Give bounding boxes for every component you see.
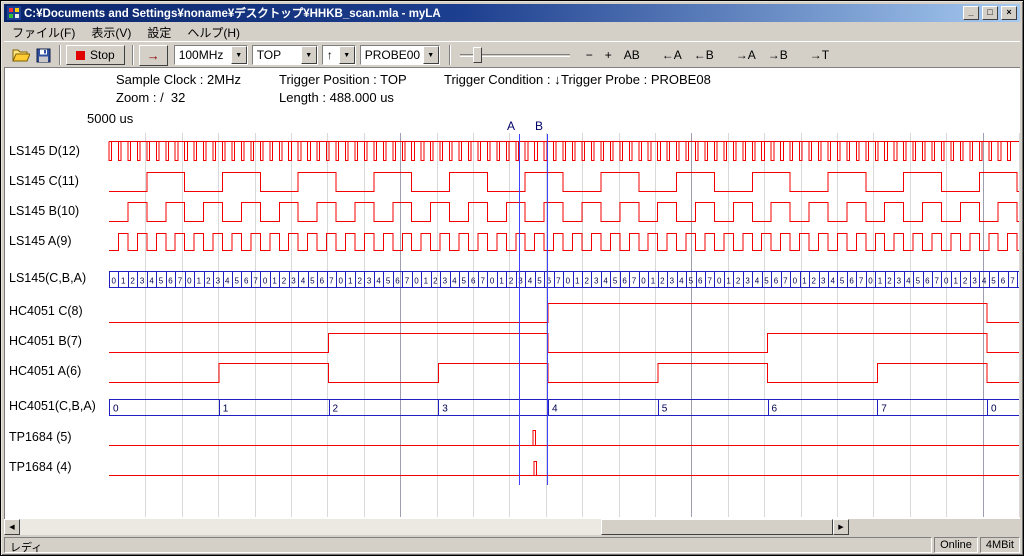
chevron-down-icon[interactable]: ▼: [339, 46, 355, 64]
scroll-left-button[interactable]: ◀: [4, 519, 20, 535]
toolbar-separator: [59, 45, 61, 65]
app-icon: [7, 6, 21, 20]
window-title: C:¥Documents and Settings¥noname¥デスクトップ¥…: [24, 5, 960, 21]
sample-clock-select[interactable]: 100MHz ▼: [174, 45, 248, 65]
scroll-right-button[interactable]: ▶: [833, 519, 849, 535]
status-memory: 4MBit: [980, 537, 1020, 553]
stop-icon: [76, 51, 85, 60]
channel-label-7: HC4051 A(6): [9, 364, 81, 378]
trigger-probe-info: Trigger Probe : PROBE08: [561, 72, 711, 87]
goto-a-right-button[interactable]: →A: [730, 45, 762, 65]
trigger-condition-info: Trigger Condition : ↓: [444, 72, 561, 87]
menu-file[interactable]: ファイル(F): [4, 22, 83, 43]
stop-label: Stop: [90, 48, 115, 62]
channel-label-10: TP1684 (4): [9, 460, 72, 474]
trigger-position-value: TOP: [253, 48, 301, 62]
sample-clock-value: 100MHz: [175, 48, 231, 62]
toolbar: Stop → 100MHz ▼ TOP ▼ ↑ ▼ PROBE00 ▼ − + …: [4, 41, 1020, 68]
time-scale-label: 5000 us: [87, 111, 133, 126]
zoom-slider[interactable]: [460, 45, 570, 65]
title-bar: C:¥Documents and Settings¥noname¥デスクトップ¥…: [4, 4, 1020, 22]
channel-label-6: HC4051 B(7): [9, 334, 82, 348]
status-online: Online: [934, 537, 978, 553]
channel-label-4: LS145(C,B,A): [9, 271, 86, 285]
menu-settings[interactable]: 設定: [139, 22, 179, 43]
ab-button[interactable]: AB: [618, 45, 646, 65]
channel-label-5: HC4051 C(8): [9, 304, 83, 318]
stop-button[interactable]: Stop: [66, 45, 125, 65]
maximize-button[interactable]: □: [982, 6, 998, 20]
scrollbar-track[interactable]: [20, 519, 833, 535]
zoom-in-button[interactable]: +: [599, 45, 618, 65]
channel-label-0: LS145 D(12): [9, 144, 80, 158]
trigger-position-select[interactable]: TOP ▼: [252, 45, 318, 65]
goto-b-right-button[interactable]: →B: [762, 45, 794, 65]
chevron-down-icon[interactable]: ▼: [301, 46, 317, 64]
scrollbar-thumb[interactable]: [601, 519, 833, 535]
floppy-disk-icon: [36, 48, 51, 63]
slider-thumb[interactable]: [473, 47, 482, 63]
zoom-info: Zoom : / 32: [116, 90, 185, 105]
channel-label-1: LS145 C(11): [9, 174, 79, 188]
toolbar-separator: [449, 45, 451, 65]
trigger-position-info: Trigger Position : TOP: [279, 72, 407, 87]
app-window: C:¥Documents and Settings¥noname¥デスクトップ¥…: [0, 0, 1024, 556]
waveform-panel: [4, 67, 1020, 519]
zoom-out-button[interactable]: −: [580, 45, 599, 65]
menu-view[interactable]: 表示(V): [83, 22, 139, 43]
toolbar-separator: [132, 45, 134, 65]
status-bar: レディ Online 4MBit: [4, 536, 1020, 553]
channel-label-8: HC4051(C,B,A): [9, 399, 96, 413]
close-button[interactable]: ×: [1001, 6, 1017, 20]
status-ready: レディ: [4, 537, 932, 553]
minimize-button[interactable]: _: [963, 6, 979, 20]
sample-clock-info: Sample Clock : 2MHz: [116, 72, 241, 87]
channel-label-3: LS145 A(9): [9, 234, 72, 248]
menu-help[interactable]: ヘルプ(H): [179, 22, 248, 43]
length-info: Length : 488.000 us: [279, 90, 394, 105]
goto-a-left-button[interactable]: ←A: [656, 45, 688, 65]
trigger-probe-value: PROBE00: [361, 48, 423, 62]
chevron-down-icon[interactable]: ▼: [231, 46, 247, 64]
channel-label-9: TP1684 (5): [9, 430, 72, 444]
goto-b-left-button[interactable]: ←B: [688, 45, 720, 65]
run-button[interactable]: →: [139, 45, 168, 66]
menu-bar: ファイル(F) 表示(V) 設定 ヘルプ(H): [4, 23, 1020, 41]
save-button[interactable]: [32, 44, 54, 66]
horizontal-scrollbar[interactable]: ◀ ▶: [4, 519, 849, 535]
trigger-edge-value: ↑: [323, 48, 339, 62]
goto-trigger-button[interactable]: →T: [804, 45, 835, 65]
open-button[interactable]: [10, 44, 32, 66]
trigger-edge-select[interactable]: ↑ ▼: [322, 45, 356, 65]
chevron-down-icon[interactable]: ▼: [423, 46, 439, 64]
open-folder-icon: [12, 48, 30, 62]
channel-label-2: LS145 B(10): [9, 204, 79, 218]
trigger-probe-select[interactable]: PROBE00 ▼: [360, 45, 440, 65]
